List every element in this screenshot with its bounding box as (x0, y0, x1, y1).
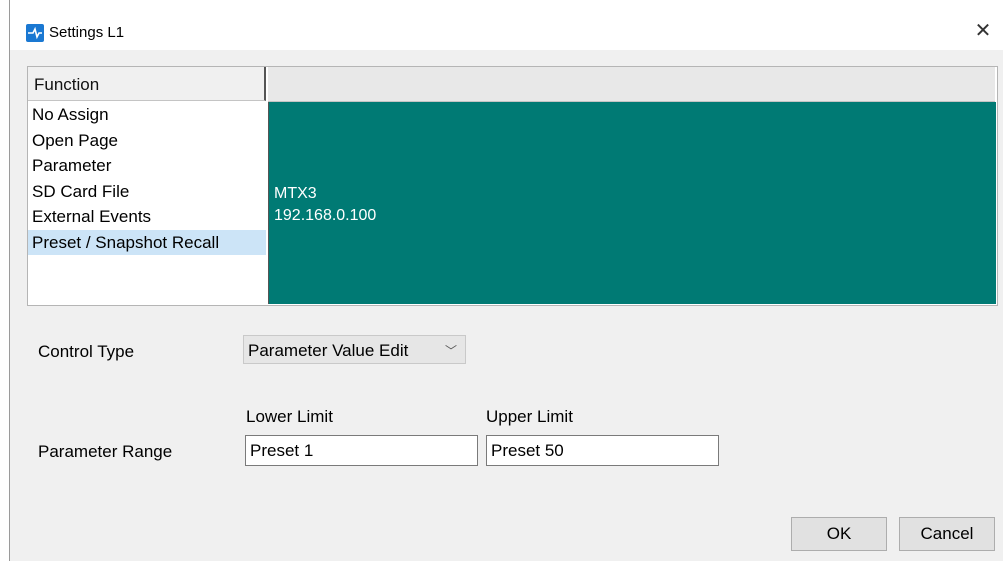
function-list: No Assign Open Page Parameter SD Card Fi… (28, 102, 266, 305)
control-type-select[interactable]: Parameter Value Edit ﹀ (243, 335, 466, 364)
close-icon[interactable]: ✕ (972, 20, 994, 42)
control-type-label: Control Type (38, 342, 135, 361)
parameter-range-label: Parameter Range (38, 442, 173, 461)
function-header-label: Function (34, 75, 100, 94)
upper-limit-input[interactable] (486, 435, 719, 466)
settings-app-icon (26, 24, 44, 42)
function-panel: Function No Assign Open Page Parameter S… (27, 66, 998, 306)
control-type-value: Parameter Value Edit (248, 341, 409, 360)
function-item-open-page[interactable]: Open Page (28, 128, 266, 154)
function-item-no-assign[interactable]: No Assign (28, 102, 266, 128)
device-ip: 192.168.0.100 (274, 207, 377, 224)
device-detail-panel[interactable]: MTX3 192.168.0.100 (268, 102, 996, 304)
device-name: MTX3 (274, 185, 317, 202)
function-item-sd-card-file[interactable]: SD Card File (28, 179, 266, 205)
function-item-parameter[interactable]: Parameter (28, 153, 266, 179)
lower-limit-input[interactable] (245, 435, 478, 466)
cancel-button[interactable]: Cancel (899, 517, 995, 551)
title-bar: Settings L1 ✕ (10, 0, 1003, 50)
function-item-external-events[interactable]: External Events (28, 204, 266, 230)
settings-dialog: Settings L1 ✕ Function No Assign Open Pa… (9, 0, 1003, 561)
lower-limit-label: Lower Limit (246, 407, 333, 426)
ok-button[interactable]: OK (791, 517, 887, 551)
chevron-down-icon: ﹀ (444, 344, 457, 358)
detail-column-header[interactable] (268, 67, 995, 102)
upper-limit-label: Upper Limit (486, 407, 573, 426)
function-item-preset-snapshot-recall[interactable]: Preset / Snapshot Recall (28, 229, 266, 255)
function-column-header[interactable]: Function (28, 67, 266, 101)
window-title: Settings L1 (49, 24, 125, 41)
